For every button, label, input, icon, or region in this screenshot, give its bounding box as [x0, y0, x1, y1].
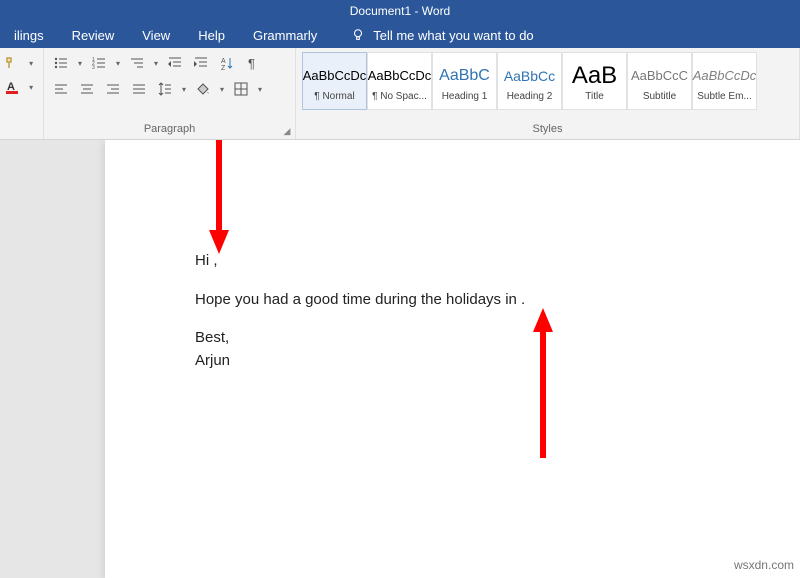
tab-mailings[interactable]: ilings [0, 22, 58, 48]
doc-line-3: Best, [195, 327, 525, 350]
increase-indent-icon[interactable] [190, 52, 212, 74]
font-color-icon[interactable]: A [2, 76, 23, 98]
style-title[interactable]: AaB Title [562, 52, 627, 110]
style-normal[interactable]: AaBbCcDc ¶ Normal [302, 52, 367, 110]
title-bar: Document1 - Word [0, 0, 800, 22]
align-left-icon[interactable] [50, 78, 72, 100]
tab-view[interactable]: View [128, 22, 184, 48]
document-body[interactable]: Hi , Hope you had a good time during the… [195, 250, 525, 372]
tell-me-search[interactable]: Tell me what you want to do [351, 28, 533, 43]
svg-text:Z: Z [221, 65, 226, 71]
styles-group-label: Styles [302, 121, 793, 137]
document-title: Document1 - Word [350, 4, 450, 18]
multilevel-list-icon[interactable] [126, 52, 148, 74]
show-hide-icon[interactable]: ¶ [242, 52, 264, 74]
style-heading1[interactable]: AaBbC Heading 1 [432, 52, 497, 110]
line-spacing-dropdown[interactable]: ▾ [180, 78, 188, 100]
font-color-dropdown[interactable]: ▾ [27, 76, 35, 98]
format-painter-dropdown[interactable]: ▾ [27, 52, 35, 74]
numbering-icon[interactable]: 123 [88, 52, 110, 74]
style-subtitle[interactable]: AaBbCcC Subtitle [627, 52, 692, 110]
numbering-dropdown[interactable]: ▾ [114, 52, 122, 74]
align-center-icon[interactable] [76, 78, 98, 100]
justify-icon[interactable] [128, 78, 150, 100]
borders-icon[interactable] [230, 78, 252, 100]
line-spacing-icon[interactable] [154, 78, 176, 100]
tab-review[interactable]: Review [58, 22, 129, 48]
doc-line-1: Hi , [195, 250, 525, 273]
watermark: wsxdn.com [734, 558, 794, 572]
bullets-icon[interactable] [50, 52, 72, 74]
bullets-dropdown[interactable]: ▾ [76, 52, 84, 74]
clipboard-group: ▾ A ▾ [0, 48, 44, 139]
multilevel-dropdown[interactable]: ▾ [152, 52, 160, 74]
paragraph-group-label: Paragraph [50, 121, 289, 137]
doc-line-2: Hope you had a good time during the holi… [195, 289, 525, 312]
borders-dropdown[interactable]: ▾ [256, 78, 264, 100]
sort-icon[interactable]: AZ [216, 52, 238, 74]
lightbulb-icon [351, 28, 365, 42]
decrease-indent-icon[interactable] [164, 52, 186, 74]
doc-line-4: Arjun [195, 350, 525, 373]
ribbon-tabs: ilings Review View Help Grammarly Tell m… [0, 22, 800, 48]
svg-text:3: 3 [92, 65, 95, 71]
annotation-arrow-2 [531, 308, 555, 458]
document-workspace: Hi , Hope you had a good time during the… [0, 140, 800, 578]
document-page[interactable]: Hi , Hope you had a good time during the… [105, 140, 800, 578]
svg-text:A: A [221, 58, 226, 65]
format-painter-icon[interactable] [2, 52, 23, 74]
tab-help[interactable]: Help [184, 22, 239, 48]
svg-text:¶: ¶ [248, 56, 255, 71]
shading-dropdown[interactable]: ▾ [218, 78, 226, 100]
shading-icon[interactable] [192, 78, 214, 100]
styles-group: AaBbCcDc ¶ Normal AaBbCcDc ¶ No Spac... … [296, 48, 800, 139]
paragraph-group: ▾ 123 ▾ ▾ AZ ¶ ▾ ▾ ▾ [44, 48, 296, 139]
annotation-arrow-1 [207, 140, 231, 256]
style-heading2[interactable]: AaBbCc Heading 2 [497, 52, 562, 110]
ribbon: ▾ A ▾ ▾ 123 ▾ ▾ AZ ¶ [0, 48, 800, 140]
paragraph-dialog-launcher[interactable]: ◢ [281, 125, 293, 137]
style-subtle-emphasis[interactable]: AaBbCcDc Subtle Em... [692, 52, 757, 110]
tab-grammarly[interactable]: Grammarly [239, 22, 331, 48]
style-no-spacing[interactable]: AaBbCcDc ¶ No Spac... [367, 52, 432, 110]
align-right-icon[interactable] [102, 78, 124, 100]
